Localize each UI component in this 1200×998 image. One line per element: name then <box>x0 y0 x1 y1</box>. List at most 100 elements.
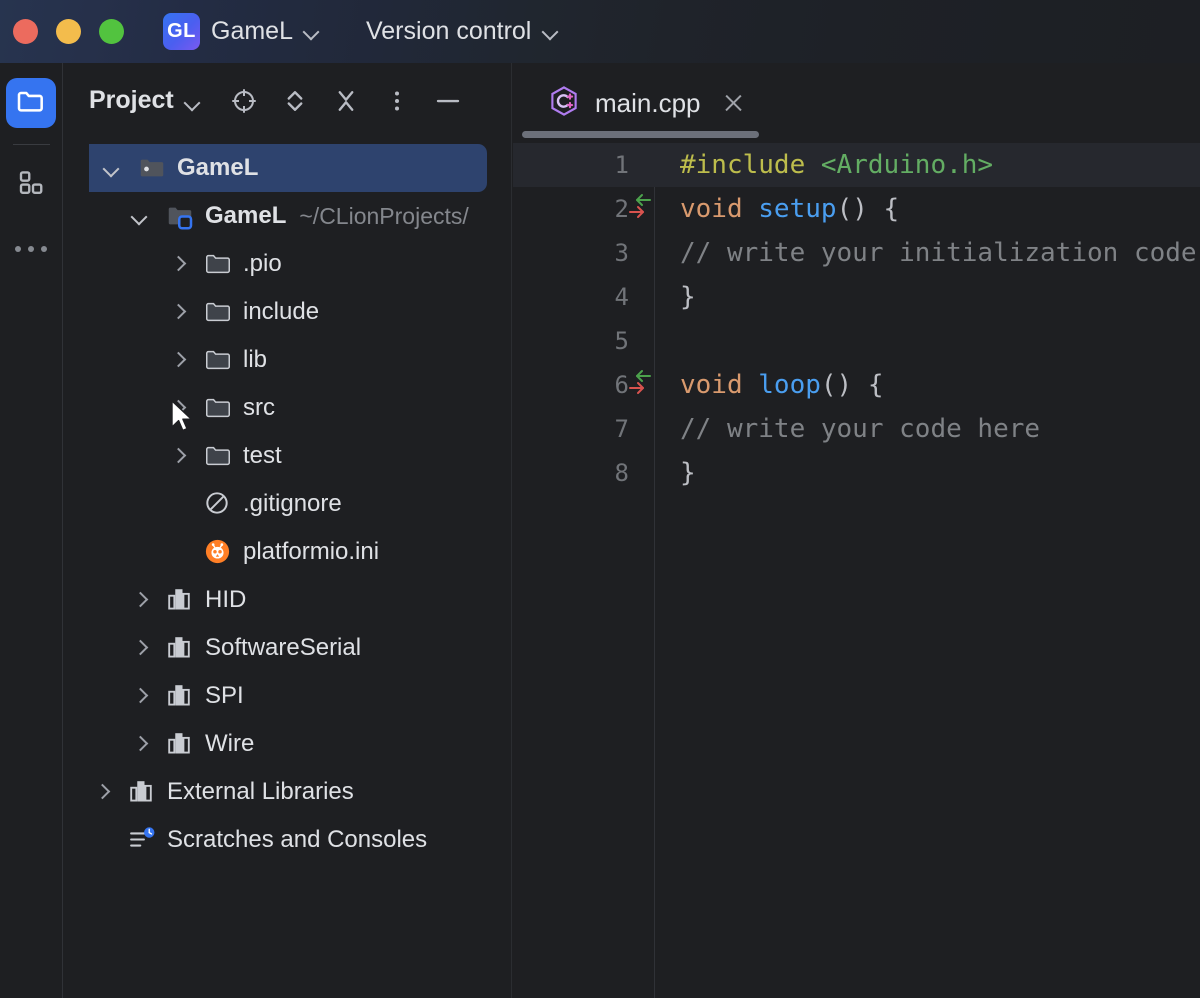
code-line[interactable]: 1#include <Arduino.h> <box>513 143 1200 187</box>
tree-item-label: Wire <box>205 730 254 758</box>
tree-row-src[interactable]: src <box>64 384 511 432</box>
code-token: // write your code here <box>680 414 1040 444</box>
code-line[interactable]: 5 <box>513 319 1200 363</box>
project-selector[interactable]: GL GameL <box>163 13 319 50</box>
tree-item-label: platformio.ini <box>243 538 379 566</box>
code-line[interactable]: 3 // write your initialization code h <box>513 231 1200 275</box>
code-line[interactable]: 6void loop() { <box>513 363 1200 407</box>
folder-icon <box>203 393 233 423</box>
tree-row-wire[interactable]: Wire <box>64 720 511 768</box>
code-token: void <box>680 370 758 400</box>
code-token: loop <box>758 370 821 400</box>
kebab-menu-icon[interactable] <box>382 86 412 116</box>
more-tool-windows-button[interactable] <box>15 246 47 252</box>
chevron-right-icon[interactable] <box>127 587 153 613</box>
code-editor[interactable]: 1#include <Arduino.h>2void setup() {3// … <box>513 143 1200 998</box>
gutter-blank <box>629 319 654 363</box>
chevron-down-icon[interactable] <box>127 203 153 229</box>
code-line[interactable]: 2void setup() { <box>513 187 1200 231</box>
tree-item-label: GameL <box>205 202 286 230</box>
line-number: 3 <box>513 239 629 267</box>
chevron-down-icon <box>304 24 319 39</box>
setup-loop-marker-icon[interactable] <box>629 363 654 407</box>
ellipsis-icon <box>15 246 21 252</box>
chevron-right-icon[interactable] <box>127 731 153 757</box>
panel-header-actions <box>229 86 463 116</box>
tree-item-path: ~/CLionProjects/ <box>299 203 468 230</box>
close-icon[interactable] <box>721 90 747 116</box>
gitignore-icon <box>203 489 233 519</box>
sidebar-item-project[interactable] <box>6 78 56 128</box>
editor-tab-underline <box>522 131 759 138</box>
chevron-right-icon[interactable] <box>165 299 191 325</box>
target-icon[interactable] <box>229 86 259 116</box>
line-number: 5 <box>513 327 629 355</box>
gutter-blank <box>629 407 654 451</box>
code-text: // write your code here <box>680 414 1040 444</box>
chevron-down-icon[interactable] <box>99 155 125 181</box>
setup-loop-marker-icon[interactable] <box>629 187 654 231</box>
tree-item-label: src <box>243 394 275 422</box>
sidebar-item-structure[interactable] <box>6 160 56 210</box>
chevron-right-icon[interactable] <box>165 443 191 469</box>
code-line[interactable]: 4} <box>513 275 1200 319</box>
title-bar: GL GameL Version control <box>0 0 1200 63</box>
squares-icon <box>16 168 46 203</box>
chevron-updown-icon[interactable] <box>280 86 310 116</box>
gutter-blank <box>629 143 654 187</box>
tree-item-label: test <box>243 442 282 470</box>
code-token: setup <box>758 194 836 224</box>
code-token: <Arduino.h> <box>821 150 993 180</box>
code-text: // write your initialization code h <box>680 238 1200 268</box>
folder-icon <box>15 85 47 122</box>
chevron-right-icon[interactable] <box>89 779 115 805</box>
code-text: #include <Arduino.h> <box>680 150 993 180</box>
chevron-right-icon[interactable] <box>127 683 153 709</box>
tree-row-test[interactable]: test <box>64 432 511 480</box>
tree-row-include[interactable]: include <box>64 288 511 336</box>
editor-area: main.cpp 1#include <Arduino.h>2void setu… <box>513 63 1200 998</box>
code-token: // write your initialization code h <box>680 238 1200 268</box>
chevron-down-icon <box>543 24 558 39</box>
close-window-button[interactable] <box>13 19 38 44</box>
chevron-down-icon[interactable] <box>185 95 200 110</box>
library-icon <box>165 681 195 711</box>
window-controls <box>13 19 124 44</box>
tree-row-external-libraries[interactable]: External Libraries <box>64 768 511 816</box>
code-token: () { <box>837 194 900 224</box>
chevron-right-icon[interactable] <box>165 251 191 277</box>
code-lines: 1#include <Arduino.h>2void setup() {3// … <box>513 143 1200 495</box>
zoom-window-button[interactable] <box>99 19 124 44</box>
project-folder-icon <box>137 153 167 183</box>
gutter-blank <box>629 451 654 495</box>
tree-item-label: include <box>243 298 319 326</box>
tree-row-platformio-ini[interactable]: platformio.ini <box>64 528 511 576</box>
tree-row-pio[interactable]: .pio <box>64 240 511 288</box>
tree-row-gamel[interactable]: GameL <box>89 144 487 192</box>
minimize-icon[interactable] <box>433 86 463 116</box>
chevron-right-icon[interactable] <box>165 395 191 421</box>
chevron-right-icon[interactable] <box>165 347 191 373</box>
tree-row-lib[interactable]: lib <box>64 336 511 384</box>
tree-twisty-placeholder <box>165 491 191 517</box>
minimize-window-button[interactable] <box>56 19 81 44</box>
library-icon <box>165 729 195 759</box>
tree-row-softwareserial[interactable]: SoftwareSerial <box>64 624 511 672</box>
project-tree: GameL GameL ~/CLionProjects/ .pio include lib… <box>64 138 511 864</box>
code-line[interactable]: 7// write your code here <box>513 407 1200 451</box>
line-number: 8 <box>513 459 629 487</box>
tree-item-label: SoftwareSerial <box>205 634 361 662</box>
tree-row-spi[interactable]: SPI <box>64 672 511 720</box>
tree-row-gitignore[interactable]: .gitignore <box>64 480 511 528</box>
tree-row-scratches-and-consoles[interactable]: Scratches and Consoles <box>64 816 511 864</box>
version-control-menu[interactable]: Version control <box>366 17 558 46</box>
collapse-all-icon[interactable] <box>331 86 361 116</box>
tree-row-gamel[interactable]: GameL ~/CLionProjects/ <box>64 192 511 240</box>
line-number: 2 <box>513 195 629 223</box>
code-line[interactable]: 8} <box>513 451 1200 495</box>
ellipsis-icon <box>28 246 34 252</box>
chevron-right-icon[interactable] <box>127 635 153 661</box>
code-text: } <box>680 282 696 312</box>
cpp-file-icon <box>547 84 581 123</box>
tree-row-hid[interactable]: HID <box>64 576 511 624</box>
